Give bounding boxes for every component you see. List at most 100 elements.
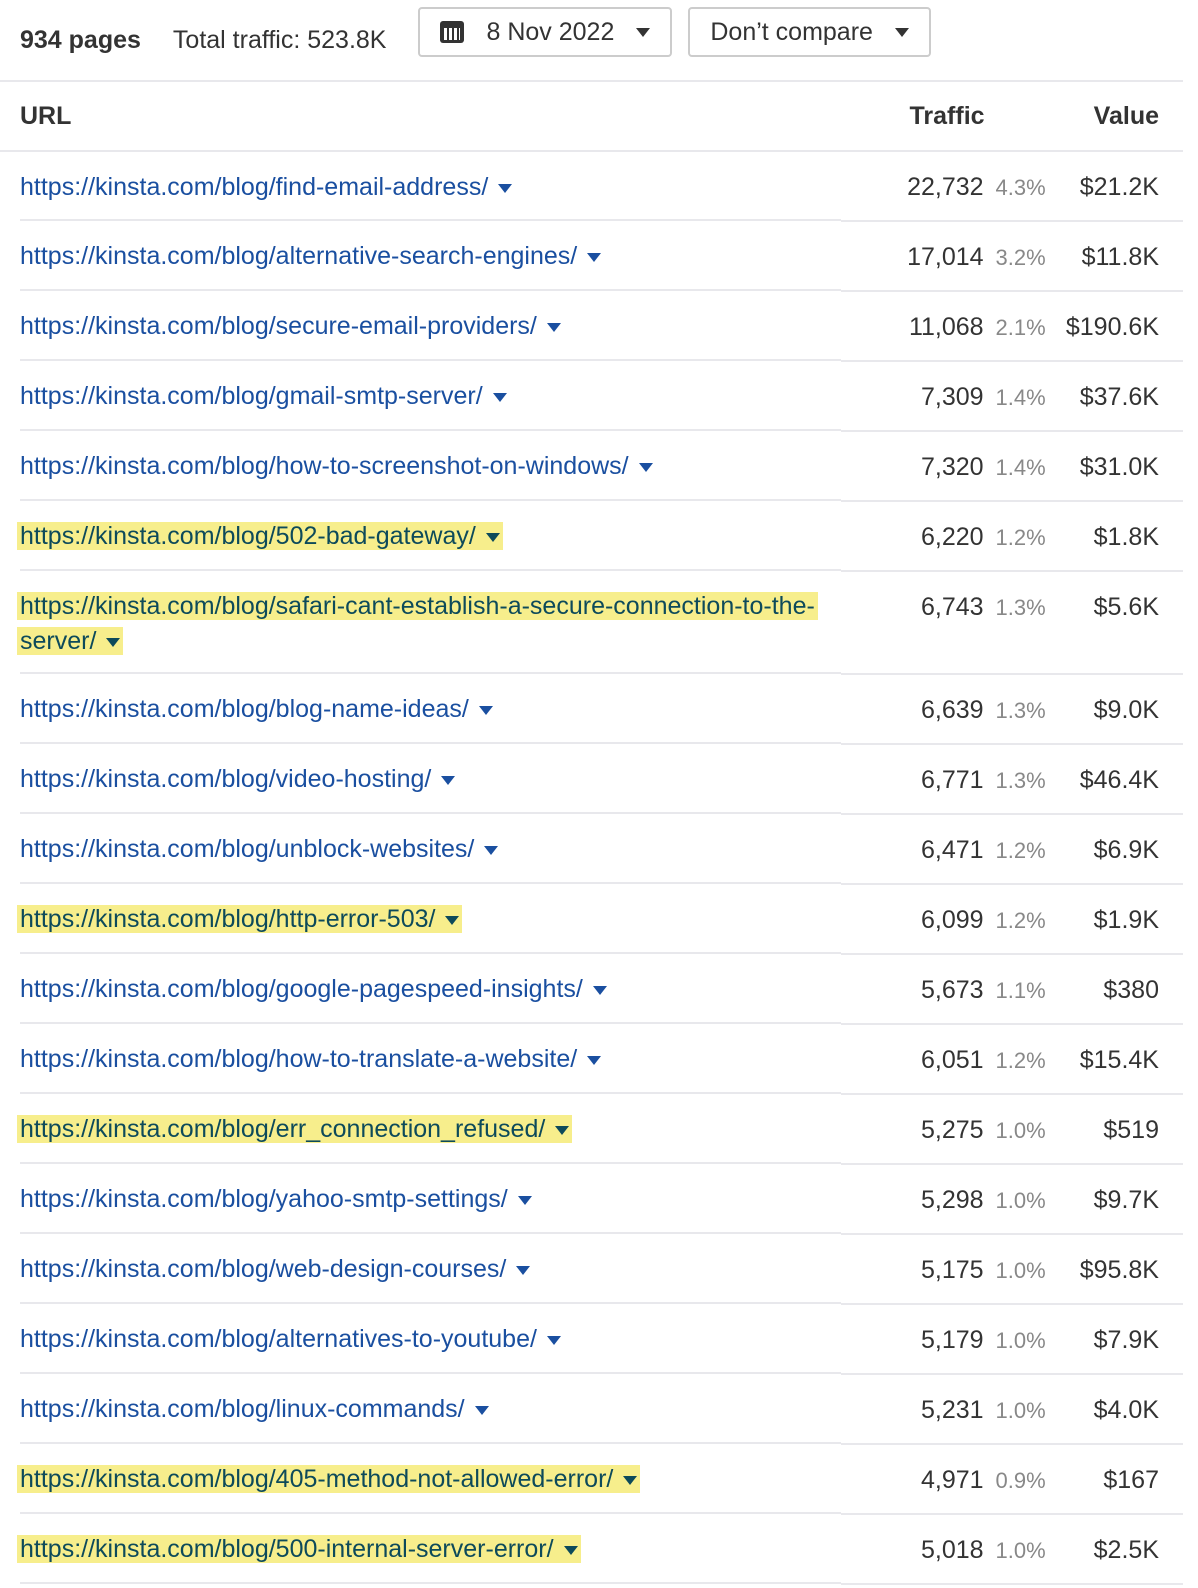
url-link[interactable]: https://kinsta.com/blog/err_connection_r… (17, 1115, 573, 1143)
url-text: https://kinsta.com/blog/500-internal-ser… (20, 1535, 554, 1563)
url-cell: https://kinsta.com/blog/find-email-addre… (0, 151, 841, 221)
caret-down-icon[interactable] (587, 252, 602, 262)
caret-down-icon[interactable] (546, 322, 561, 332)
caret-down-icon[interactable] (478, 705, 493, 715)
url-text: https://kinsta.com/blog/gmail-smtp-serve… (20, 382, 483, 410)
url-link[interactable]: https://kinsta.com/blog/find-email-addre… (20, 173, 513, 201)
traffic-share: 1.2% (995, 908, 1046, 933)
url-link[interactable]: https://kinsta.com/blog/how-to-translate… (20, 1045, 602, 1073)
value-cell: $37.6K (1051, 361, 1183, 432)
url-text: https://kinsta.com/blog/google-pagespeed… (20, 975, 583, 1003)
url-link[interactable]: https://kinsta.com/blog/alternatives-to-… (20, 1325, 561, 1353)
caret-down-icon[interactable] (441, 775, 456, 785)
url-wrap: https://kinsta.com/blog/blog-name-ideas/ (20, 692, 840, 727)
url-cell: https://kinsta.com/blog/video-hosting/ (0, 744, 841, 814)
url-link[interactable]: https://kinsta.com/blog/500-internal-ser… (17, 1535, 581, 1563)
caret-down-icon[interactable] (498, 183, 513, 193)
value-cell: $46.4K (1051, 744, 1183, 815)
url-text: https://kinsta.com/blog/safari-cant-esta… (20, 592, 815, 655)
value-cell: $95.8K (1051, 1234, 1183, 1305)
url-link[interactable]: https://kinsta.com/blog/alternative-sear… (20, 242, 602, 270)
url-link[interactable]: https://kinsta.com/blog/how-to-screensho… (20, 452, 653, 480)
caret-down-icon[interactable] (485, 532, 500, 542)
table-row: https://kinsta.com/blog/500-internal-ser… (0, 1514, 1183, 1585)
caret-down-icon[interactable] (516, 1265, 531, 1275)
traffic-share: 1.0% (995, 1398, 1046, 1423)
traffic-value: 6,471 (920, 836, 984, 864)
traffic-value: 5,231 (920, 1396, 984, 1424)
traffic-share: 1.0% (995, 1188, 1046, 1213)
url-link[interactable]: https://kinsta.com/blog/linux-commands/ (20, 1395, 489, 1423)
caret-down-icon[interactable] (492, 392, 507, 402)
url-link[interactable]: https://kinsta.com/blog/web-design-cours… (20, 1255, 531, 1283)
traffic-value: 5,018 (920, 1536, 984, 1564)
value-cell: $6.9K (1051, 814, 1183, 885)
value-cell: $21.2K (1051, 151, 1183, 222)
caret-down-icon (894, 27, 909, 37)
url-cell: https://kinsta.com/blog/google-pagespeed… (0, 954, 841, 1024)
caret-down-icon[interactable] (587, 1055, 602, 1065)
url-link[interactable]: https://kinsta.com/blog/502-bad-gateway/ (17, 522, 503, 550)
url-text: https://kinsta.com/blog/web-design-cours… (20, 1255, 507, 1283)
url-text: https://kinsta.com/blog/err_connection_r… (20, 1115, 546, 1143)
url-link[interactable]: https://kinsta.com/blog/unblock-websites… (20, 835, 499, 863)
compare-label: Don’t compare (710, 17, 873, 46)
caret-down-icon[interactable] (546, 1335, 561, 1345)
table-header: URL Traffic Value (0, 82, 1183, 152)
date-picker[interactable]: 8 Nov 2022 (418, 7, 673, 57)
column-header-traffic[interactable]: Traffic (841, 82, 1052, 152)
caret-down-icon[interactable] (555, 1125, 570, 1135)
url-link[interactable]: https://kinsta.com/blog/http-error-503/ (17, 905, 463, 933)
url-link[interactable]: https://kinsta.com/blog/secure-email-pro… (20, 312, 561, 340)
url-link[interactable]: https://kinsta.com/blog/405-method-not-a… (17, 1465, 641, 1493)
url-link[interactable]: https://kinsta.com/blog/gmail-smtp-serve… (20, 382, 507, 410)
url-cell: https://kinsta.com/blog/yahoo-smtp-setti… (0, 1164, 841, 1234)
url-link[interactable]: https://kinsta.com/blog/video-hosting/ (20, 765, 456, 793)
url-text: https://kinsta.com/blog/alternative-sear… (20, 242, 578, 270)
url-link[interactable]: https://kinsta.com/blog/yahoo-smtp-setti… (20, 1185, 532, 1213)
traffic-value: 7,309 (920, 383, 984, 411)
caret-down-icon[interactable] (106, 637, 121, 647)
caret-down-icon[interactable] (484, 845, 499, 855)
caret-down-icon[interactable] (517, 1195, 532, 1205)
table-row: https://kinsta.com/blog/alternatives-to-… (0, 1304, 1183, 1375)
traffic-share: 0.9% (995, 1468, 1046, 1493)
url-wrap: https://kinsta.com/blog/alternative-sear… (20, 239, 840, 274)
url-wrap: https://kinsta.com/blog/video-hosting/ (20, 762, 840, 797)
value-cell: $2.5K (1051, 1514, 1183, 1585)
column-header-value[interactable]: Value (1051, 82, 1183, 152)
traffic-cell: 5,018 1.0% (841, 1514, 1052, 1585)
value-cell: $7.9K (1051, 1304, 1183, 1375)
traffic-share: 1.4% (995, 455, 1046, 480)
table-row: https://kinsta.com/blog/safari-cant-esta… (0, 571, 1183, 675)
table-row: https://kinsta.com/blog/err_connection_r… (0, 1094, 1183, 1165)
url-wrap: https://kinsta.com/blog/how-to-screensho… (20, 449, 840, 484)
traffic-cell: 7,309 1.4% (841, 361, 1052, 432)
caret-down-icon[interactable] (623, 1475, 638, 1485)
caret-down-icon[interactable] (638, 462, 653, 472)
url-text: https://kinsta.com/blog/blog-name-ideas/ (20, 695, 469, 723)
caret-down-icon[interactable] (474, 1405, 489, 1415)
url-cell: https://kinsta.com/blog/secure-email-pro… (0, 291, 841, 361)
url-text: https://kinsta.com/blog/502-bad-gateway/ (20, 522, 476, 550)
caret-down-icon[interactable] (592, 985, 607, 995)
value-cell: $9.7K (1051, 1164, 1183, 1235)
url-link[interactable]: https://kinsta.com/blog/blog-name-ideas/ (20, 695, 493, 723)
url-text: https://kinsta.com/blog/yahoo-smtp-setti… (20, 1185, 508, 1213)
url-cell: https://kinsta.com/blog/alternatives-to-… (0, 1304, 841, 1374)
traffic-value: 4,971 (920, 1466, 984, 1494)
traffic-share: 1.3% (995, 595, 1046, 620)
table-row: https://kinsta.com/blog/gmail-smtp-serve… (0, 361, 1183, 432)
traffic-share: 4.3% (995, 175, 1046, 200)
caret-down-icon[interactable] (445, 915, 460, 925)
compare-dropdown[interactable]: Don’t compare (688, 7, 931, 57)
traffic-value: 6,220 (920, 523, 984, 551)
url-link[interactable]: https://kinsta.com/blog/google-pagespeed… (20, 975, 607, 1003)
caret-down-icon[interactable] (563, 1545, 578, 1555)
column-header-url[interactable]: URL (0, 82, 841, 152)
traffic-cell: 5,175 1.0% (841, 1234, 1052, 1305)
page-count: 934 pages (20, 25, 141, 54)
url-text: https://kinsta.com/blog/alternatives-to-… (20, 1325, 537, 1353)
table-body: https://kinsta.com/blog/find-email-addre… (0, 151, 1183, 1585)
url-link[interactable]: https://kinsta.com/blog/safari-cant-esta… (17, 592, 818, 655)
